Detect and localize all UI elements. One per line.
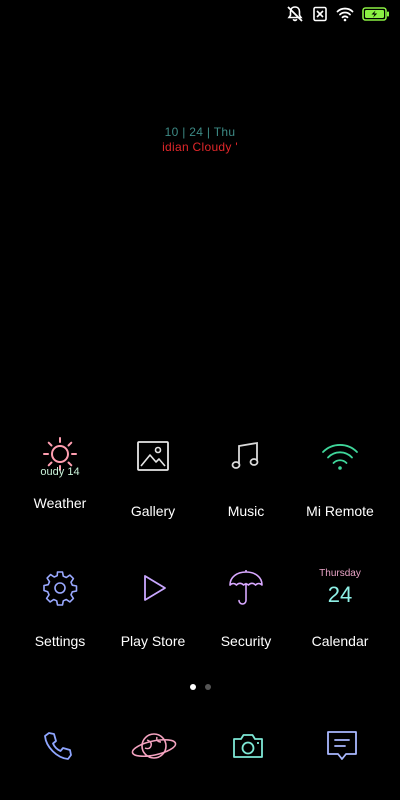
weather-widget-text: oudy 14 (40, 466, 80, 478)
calendar-day: Thursday (319, 568, 361, 579)
page-indicator[interactable] (0, 684, 400, 690)
app-label: Gallery (130, 503, 176, 519)
app-label: Mi Remote (306, 503, 374, 519)
wifi-icon (336, 5, 354, 23)
dock-browser[interactable] (104, 726, 204, 770)
app-label: Play Store (120, 633, 186, 649)
camera-icon (230, 729, 266, 768)
page-dot[interactable] (204, 684, 211, 690)
message-icon (324, 728, 360, 769)
dock-phone[interactable] (8, 726, 108, 770)
app-gallery[interactable]: Gallery (103, 432, 203, 520)
app-weather-label-wrap[interactable]: Weather (10, 486, 110, 512)
app-play-store[interactable]: Play Store (103, 564, 203, 650)
battery-charging-icon (362, 5, 390, 23)
app-mi-remote[interactable]: Mi Remote (290, 432, 390, 520)
app-label: Weather (33, 495, 87, 511)
clock-date: 10 | 24 | Thu (164, 125, 236, 139)
gear-icon (36, 564, 84, 612)
app-label: Music (227, 503, 265, 519)
play-triangle-icon (129, 564, 177, 612)
clock-weather: idian Cloudy ' (162, 140, 238, 154)
app-label: Security (220, 633, 272, 649)
app-label: Calendar (311, 633, 369, 649)
clock-widget[interactable]: 10 | 24 | Thu idian Cloudy ' (0, 124, 400, 154)
app-security[interactable]: Security (196, 564, 296, 650)
notifications-off-icon (286, 5, 304, 23)
app-settings[interactable]: Settings (10, 564, 110, 650)
planet-icon (129, 726, 179, 771)
app-label: Settings (34, 633, 86, 649)
dock-messages[interactable] (292, 726, 392, 770)
page-dot-current[interactable] (189, 684, 196, 690)
image-icon (129, 432, 177, 480)
umbrella-icon (222, 564, 270, 612)
status-icons (286, 5, 390, 23)
dock-camera[interactable] (198, 726, 298, 770)
calendar-date: 24 (327, 582, 353, 607)
app-music[interactable]: Music (196, 432, 296, 520)
sim-off-icon (312, 5, 328, 23)
app-calendar[interactable]: Thursday 24 Calendar (290, 564, 390, 650)
wifi-signal-icon (316, 432, 364, 480)
phone-icon (41, 729, 75, 768)
music-note-icon (222, 432, 270, 480)
status-bar (0, 0, 400, 28)
calendar-icon: Thursday 24 (310, 564, 370, 612)
